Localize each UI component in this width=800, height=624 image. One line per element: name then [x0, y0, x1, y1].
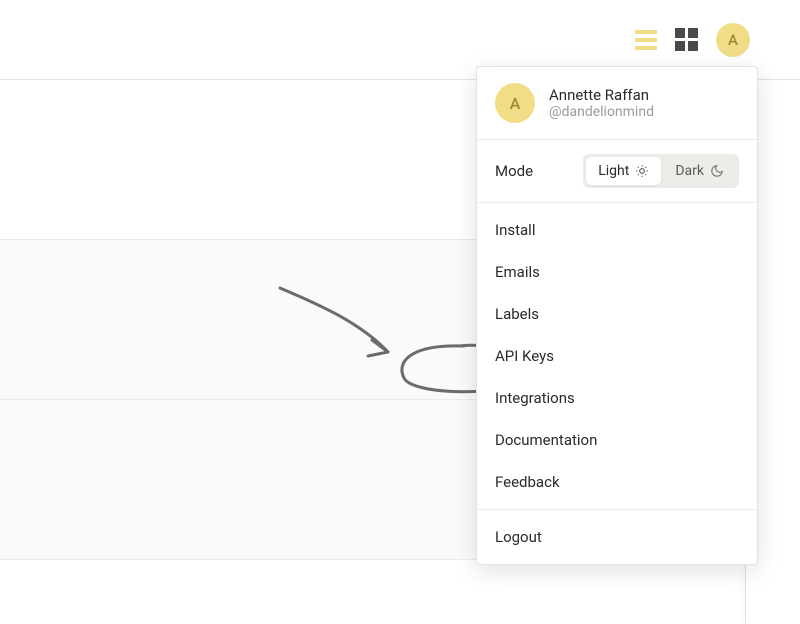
- grid-icon[interactable]: [675, 28, 698, 51]
- mode-dark-label: Dark: [675, 163, 704, 179]
- menu-item-label: Emails: [495, 263, 540, 281]
- menu-item-label: Install: [495, 221, 535, 239]
- menu-item-api-keys[interactable]: API Keys: [477, 335, 757, 377]
- dropdown-avatar-initial: A: [510, 94, 521, 113]
- logout-section: Logout: [477, 510, 757, 564]
- mode-light-button[interactable]: Light: [586, 157, 661, 185]
- menu-item-feedback[interactable]: Feedback: [477, 461, 757, 503]
- avatar-button[interactable]: A: [716, 23, 750, 57]
- menu-item-label: Feedback: [495, 473, 560, 491]
- menu-item-label: API Keys: [495, 347, 554, 365]
- menu-item-install[interactable]: Install: [477, 209, 757, 251]
- dropdown-header: A Annette Raffan @dandelionmind: [477, 67, 757, 140]
- menu-item-logout[interactable]: Logout: [477, 516, 757, 558]
- user-handle: @dandelionmind: [549, 104, 654, 120]
- dropdown-avatar: A: [495, 83, 535, 123]
- avatar-initial: A: [728, 31, 738, 49]
- user-dropdown: A Annette Raffan @dandelionmind Mode Lig…: [476, 66, 758, 565]
- menu-item-integrations[interactable]: Integrations: [477, 377, 757, 419]
- menu-list: Install Emails Labels API Keys Integrati…: [477, 203, 757, 510]
- menu-item-label: Labels: [495, 305, 539, 323]
- mode-label: Mode: [495, 162, 533, 180]
- menu-item-label: Integrations: [495, 389, 575, 407]
- mode-light-label: Light: [598, 163, 629, 179]
- user-name: Annette Raffan: [549, 86, 654, 104]
- menu-item-emails[interactable]: Emails: [477, 251, 757, 293]
- mode-dark-button[interactable]: Dark: [663, 157, 736, 185]
- menu-item-label: Documentation: [495, 431, 597, 449]
- hamburger-icon[interactable]: [635, 30, 657, 50]
- menu-item-label: Logout: [495, 528, 542, 546]
- mode-toggle: Light Dark: [583, 154, 739, 188]
- moon-icon: [710, 164, 724, 178]
- mode-row: Mode Light Dark: [477, 140, 757, 203]
- menu-item-labels[interactable]: Labels: [477, 293, 757, 335]
- sun-icon: [635, 164, 649, 178]
- menu-item-documentation[interactable]: Documentation: [477, 419, 757, 461]
